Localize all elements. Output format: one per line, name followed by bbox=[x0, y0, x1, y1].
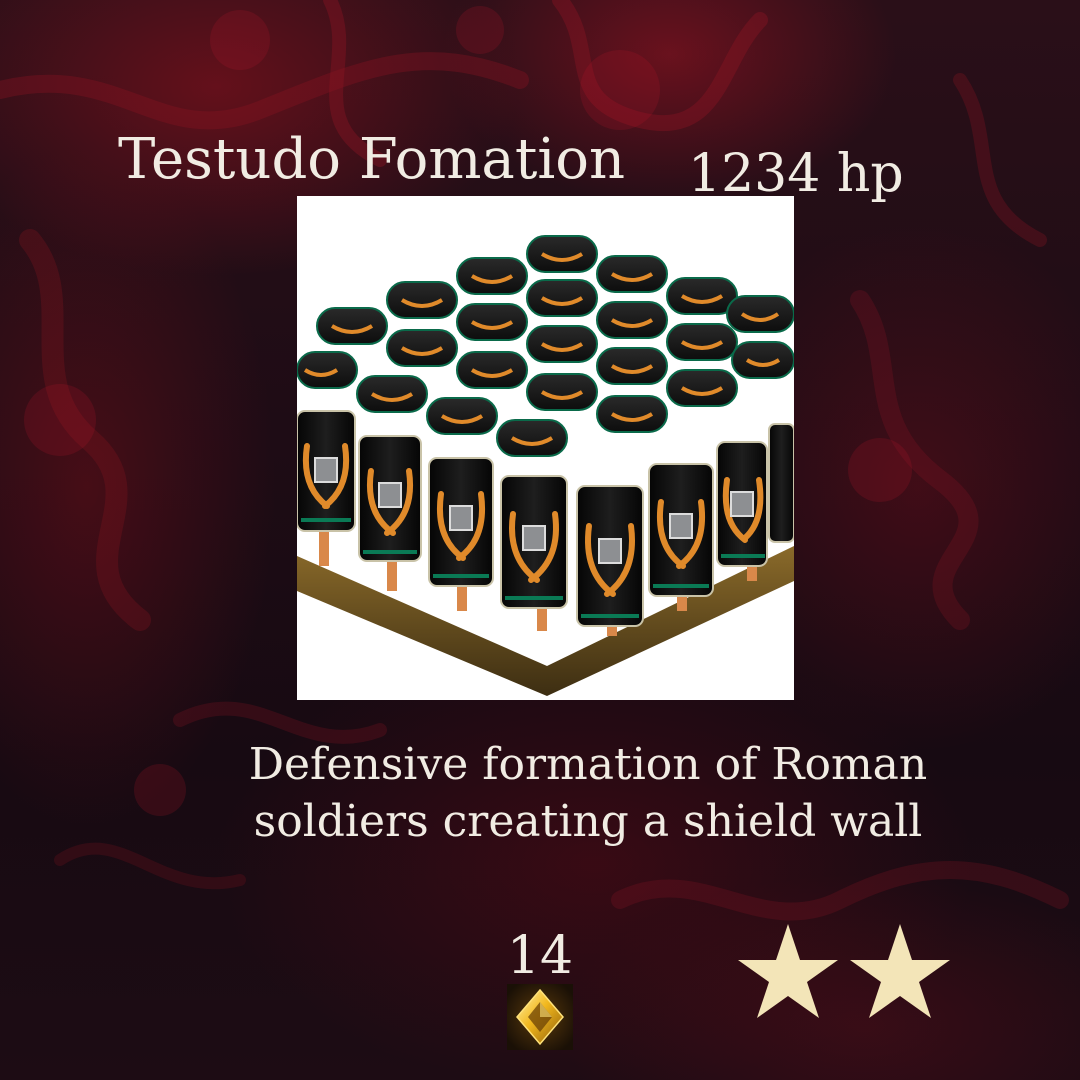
card-title: Testudo Fomation bbox=[118, 127, 626, 192]
rarity-stars bbox=[734, 918, 958, 1030]
description-line-2: soldiers creating a shield wall bbox=[253, 796, 923, 848]
star-icon-2 bbox=[850, 924, 950, 1018]
card-description: Defensive formation of Roman soldiers cr… bbox=[160, 736, 1016, 850]
hit-points: 1234 hp bbox=[688, 144, 904, 204]
gold-diamond-gem-icon bbox=[507, 984, 573, 1050]
cost-value: 14 bbox=[506, 926, 574, 986]
description-line-1: Defensive formation of Roman bbox=[248, 739, 928, 790]
card-art bbox=[297, 196, 794, 700]
testudo-formation-illustration bbox=[297, 235, 794, 696]
star-icon-1 bbox=[738, 924, 838, 1018]
